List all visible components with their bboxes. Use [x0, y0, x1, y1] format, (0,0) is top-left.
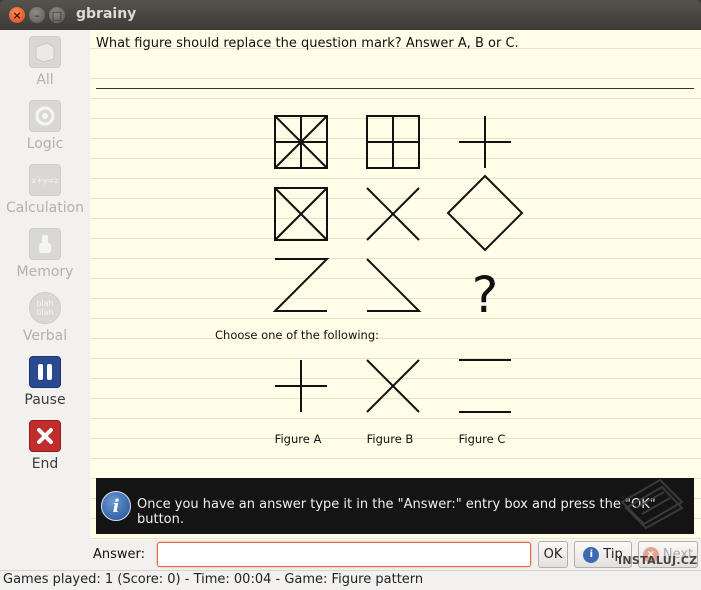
pattern-figure-s — [366, 258, 422, 312]
answer-label: Answer: — [93, 547, 146, 562]
answer-input[interactable] — [157, 542, 531, 567]
maximize-window-icon[interactable]: □ — [49, 7, 65, 23]
sidebar-item-all[interactable]: All — [0, 36, 90, 96]
logic-icon — [29, 100, 61, 132]
end-button[interactable]: End — [0, 420, 90, 480]
watermark-logo-icon — [620, 478, 684, 530]
tip-info-icon: i — [583, 546, 600, 563]
pattern-figure-z — [272, 258, 330, 312]
info-message: Once you have an answer type it in the "… — [137, 497, 656, 527]
all-games-icon — [29, 36, 61, 68]
puzzle-area: What figure should replace the question … — [90, 30, 701, 540]
sidebar-item-label: All — [36, 72, 54, 88]
status-bar: Games played: 1 (Score: 0) - Time: 00:04… — [0, 570, 701, 590]
end-icon — [29, 420, 61, 452]
option-label-b: Figure B — [366, 432, 414, 446]
window-content: All Logic x+y=z Calculation Memory blah … — [0, 30, 701, 590]
choose-instruction: Choose one of the following: — [215, 328, 380, 342]
pause-button[interactable]: Pause — [0, 356, 90, 416]
sidebar-item-calculation[interactable]: x+y=z Calculation — [0, 164, 90, 224]
ok-button-label: OK — [543, 547, 563, 562]
pattern-figure-square-both-crosses — [274, 115, 328, 169]
option-label-c: Figure C — [458, 432, 506, 446]
figure-pattern-grid: ? — [272, 115, 524, 413]
title-bar: × – □ gbrainy — [0, 0, 701, 30]
sidebar-item-label: Logic — [26, 136, 64, 152]
option-figure-a — [275, 360, 327, 412]
minimize-window-icon[interactable]: – — [29, 7, 45, 23]
sidebar-item-verbal[interactable]: blah blah Verbal — [0, 292, 90, 352]
game-type-sidebar: All Logic x+y=z Calculation Memory blah … — [0, 30, 90, 540]
sidebar-item-logic[interactable]: Logic — [0, 100, 90, 160]
info-icon: i — [101, 491, 131, 521]
pattern-figure-square-plus — [366, 115, 420, 169]
pattern-figure-diamond — [446, 174, 524, 252]
pattern-figure-square-x — [274, 187, 328, 241]
option-figure-c — [459, 359, 511, 413]
pattern-figure-x — [366, 187, 420, 241]
pattern-figure-plus — [459, 116, 511, 168]
question-mark-figure: ? — [472, 266, 499, 324]
pause-icon — [29, 356, 61, 388]
memory-icon — [29, 228, 61, 260]
sidebar-item-memory[interactable]: Memory — [0, 228, 90, 288]
window-title: gbrainy — [76, 6, 137, 22]
info-bar: i Once you have an answer type it in the… — [96, 478, 694, 534]
sidebar-item-label: Memory — [16, 264, 74, 280]
watermark-text: INSTALUJ.CZ — [618, 554, 698, 567]
status-text: Games played: 1 (Score: 0) - Time: 00:04… — [3, 572, 424, 587]
calculation-icon: x+y=z — [29, 164, 61, 196]
ok-button[interactable]: OK — [538, 541, 568, 568]
answer-row: Answer: OK i Tip × Next — [0, 540, 701, 570]
pause-button-label: Pause — [24, 392, 66, 408]
sidebar-item-label: Verbal — [22, 328, 68, 344]
close-window-icon[interactable]: × — [9, 7, 25, 23]
option-figure-b — [366, 359, 420, 413]
end-button-label: End — [31, 456, 59, 472]
verbal-icon: blah blah — [29, 292, 61, 324]
option-label-a: Figure A — [274, 432, 322, 446]
sidebar-item-label: Calculation — [5, 200, 85, 216]
